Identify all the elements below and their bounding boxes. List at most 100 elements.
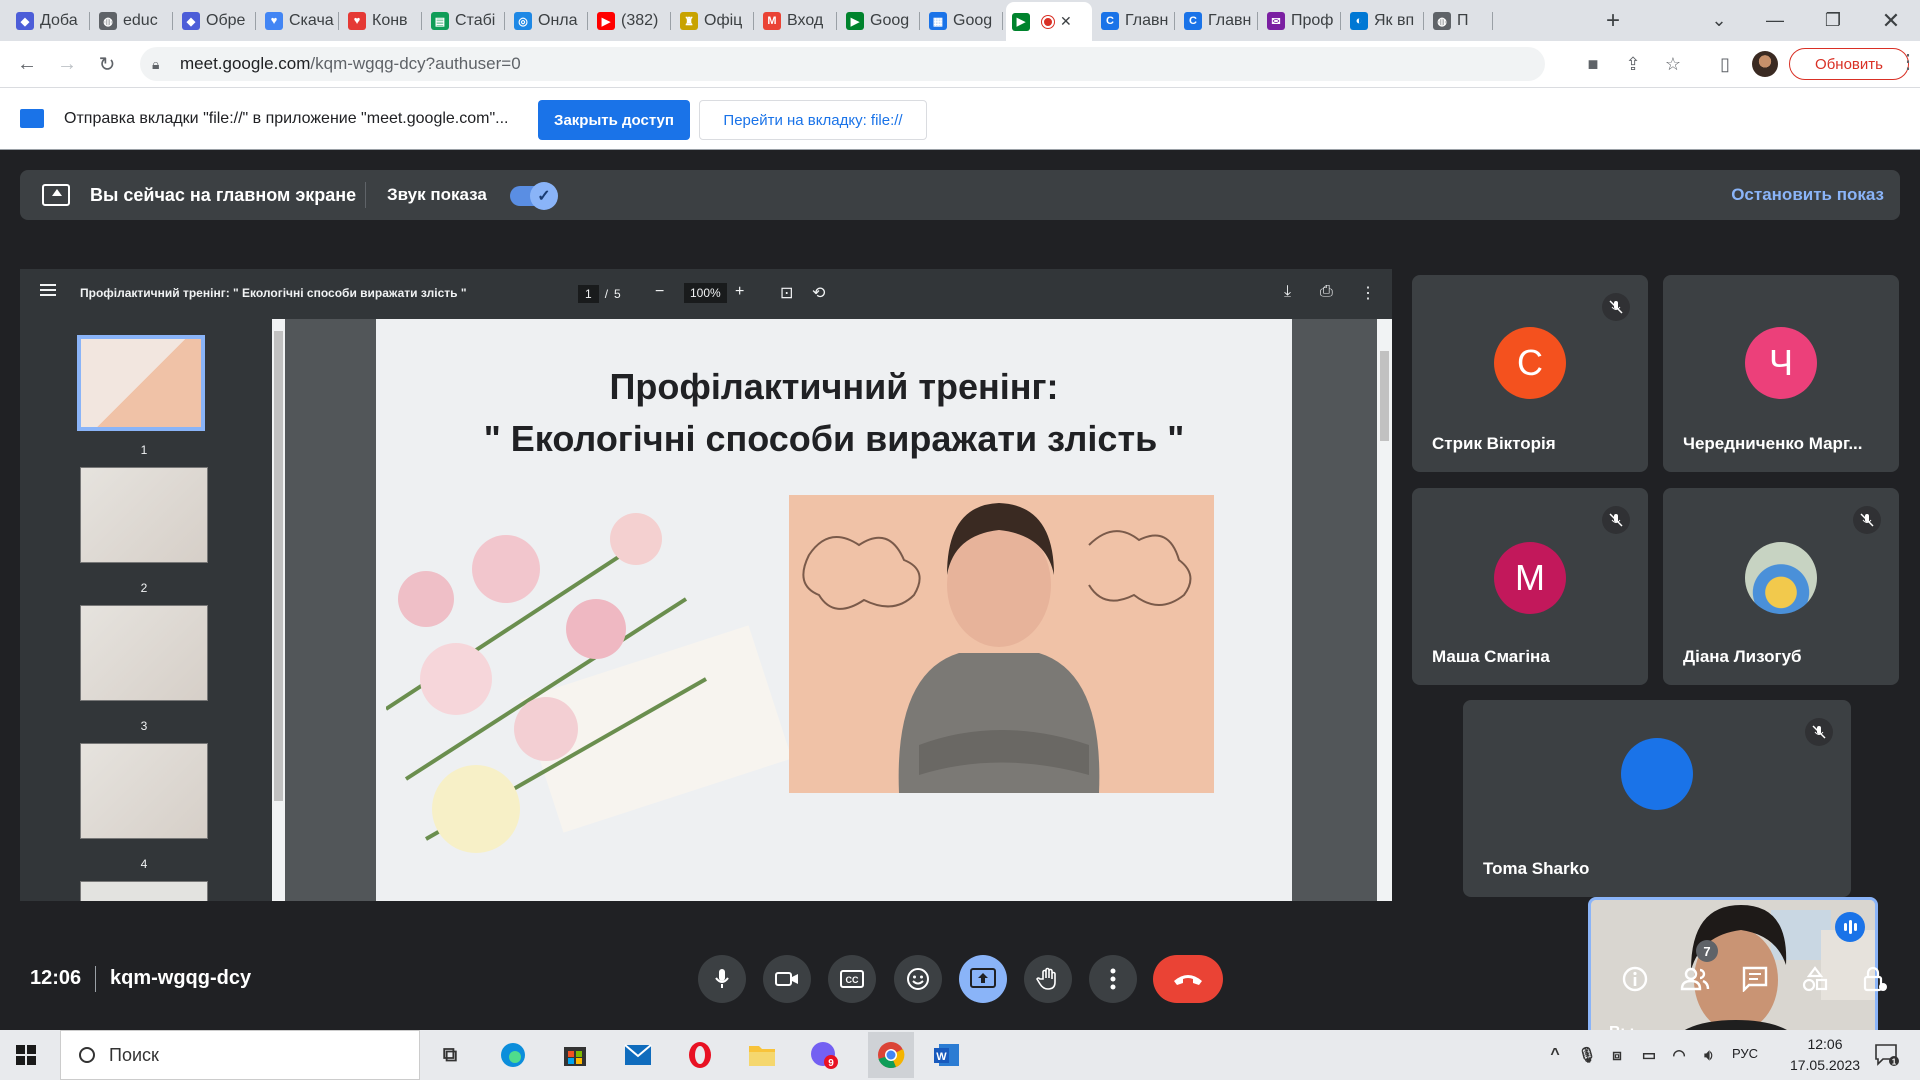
address-bar[interactable]: 🔒︎ meet.google.com/kqm-wgqg-dcy?authuser… [140, 47, 1545, 81]
menu-icon[interactable] [40, 284, 56, 286]
browser-tab[interactable]: ◐ Як вп [1344, 6, 1424, 36]
page-thumbnail[interactable] [80, 743, 208, 839]
browser-tab[interactable]: C Главн [1178, 6, 1258, 36]
viber-icon[interactable]: 9 [807, 1038, 841, 1072]
emoji-button[interactable] [894, 955, 942, 1003]
bookmark-star-icon[interactable]: ☆ [1658, 49, 1688, 79]
host-controls-button[interactable] [1855, 959, 1895, 999]
file-explorer-icon[interactable] [745, 1038, 779, 1072]
tab-label: Онла [538, 12, 578, 29]
page-thumbnail[interactable] [80, 467, 208, 563]
browser-tab[interactable]: ◍ П [1427, 6, 1493, 36]
camera-blocked-icon[interactable]: ■ [1578, 49, 1608, 79]
zoom-level[interactable]: 100% [684, 283, 727, 303]
notifications-icon[interactable]: 1 [1870, 1038, 1904, 1072]
goto-tab-button[interactable]: Перейти на вкладку: file:// [699, 100, 927, 140]
stop-presenting-button[interactable]: Остановить показ [1731, 185, 1884, 205]
browser-tab[interactable]: ✉ Проф [1261, 6, 1341, 36]
browser-tab[interactable]: M Вход [757, 6, 837, 36]
page-thumbnail[interactable] [77, 335, 205, 431]
print-icon[interactable]: ⎙ [1320, 283, 1333, 301]
store-icon[interactable] [558, 1038, 592, 1072]
show-hidden-icons[interactable]: ^ [1538, 1038, 1572, 1072]
present-button[interactable] [959, 955, 1007, 1003]
meeting-details-button[interactable] [1615, 959, 1655, 999]
browser-tab[interactable]: ◆ Доба [10, 6, 90, 36]
forward-button[interactable]: → [52, 49, 82, 79]
new-tab-button[interactable]: + [1590, 0, 1636, 41]
profile-avatar[interactable] [1752, 51, 1778, 77]
windows-taskbar: Поиск ⧉ 9 W ^ 🎙︎ ⧈ ▭ ◠ 🔉︎ РУС 12:06 17.0… [0, 1030, 1920, 1080]
rotate-icon[interactable]: ⟲ [812, 283, 825, 303]
side-panel-icon[interactable]: ▯ [1710, 49, 1740, 79]
fit-page-icon[interactable]: ⊡ [780, 283, 793, 303]
maximize-button[interactable]: ❐ [1810, 0, 1856, 41]
minimize-button[interactable]: — [1752, 0, 1798, 41]
browser-tab[interactable]: ◎ Онла [508, 6, 588, 36]
browser-menu-icon[interactable]: ⋮ [1898, 52, 1918, 76]
browser-tab[interactable]: ◍ educ [93, 6, 173, 36]
zoom-out-icon[interactable]: − [655, 283, 664, 301]
globe-icon: ◍ [1433, 12, 1451, 30]
browser-tab[interactable]: C Главн [1095, 6, 1175, 36]
edge-icon[interactable] [496, 1038, 530, 1072]
browser-tab[interactable]: ▦ Goog [923, 6, 1003, 36]
participant-tile[interactable]: М Маша Смагіна [1412, 488, 1648, 685]
system-date: 17.05.2023 [1789, 1057, 1861, 1073]
opera-icon[interactable] [683, 1038, 717, 1072]
share-icon[interactable]: ⇪ [1618, 49, 1648, 79]
current-page-input[interactable]: 1 [578, 285, 599, 303]
camera-button[interactable] [763, 955, 811, 1003]
battery-icon[interactable]: ▭ [1632, 1038, 1666, 1072]
close-window-button[interactable]: ✕ [1868, 0, 1914, 41]
calendar-icon: ▦ [929, 12, 947, 30]
participant-tile[interactable]: С Стрик Вікторія [1412, 275, 1648, 472]
volume-icon[interactable]: 🔉︎ [1692, 1038, 1726, 1072]
mic-button[interactable] [698, 955, 746, 1003]
mail-icon[interactable] [621, 1038, 655, 1072]
reload-button[interactable]: ↻ [92, 49, 122, 79]
page-thumbnail[interactable] [80, 881, 208, 901]
stop-access-button[interactable]: Закрыть доступ [538, 100, 690, 140]
back-button[interactable]: ← [12, 49, 42, 79]
taskbar-search[interactable]: Поиск [60, 1030, 420, 1080]
system-clock[interactable]: 12:06 17.05.2023 [1785, 1034, 1865, 1076]
share-audio-toggle[interactable]: ✓ [510, 182, 558, 210]
page-scrollbar[interactable] [1377, 319, 1392, 901]
captions-button[interactable]: CC [828, 955, 876, 1003]
task-view-icon[interactable]: ⧉ [433, 1038, 467, 1072]
chrome-icon[interactable] [868, 1032, 914, 1078]
wifi-icon[interactable]: ◠ [1662, 1038, 1696, 1072]
more-options-icon[interactable]: ⋮ [1360, 283, 1376, 303]
participant-tile[interactable]: Ч Чередниченко Марг... [1663, 275, 1899, 472]
leave-call-button[interactable] [1153, 955, 1223, 1003]
browser-tab[interactable]: ▤ Стабі [425, 6, 505, 36]
update-button[interactable]: Обновить [1789, 48, 1909, 80]
microphone-tray-icon[interactable]: 🎙︎ [1570, 1038, 1604, 1072]
windows-start-icon[interactable] [16, 1045, 36, 1065]
close-tab-icon[interactable]: ✕ [1060, 13, 1072, 30]
thumbnail-scrollbar[interactable] [272, 319, 285, 901]
browser-tab[interactable]: ◆ Обре [176, 6, 256, 36]
page-thumbnail[interactable] [80, 605, 208, 701]
participant-tile[interactable]: Toma Sharko [1463, 700, 1851, 897]
input-language[interactable]: РУС [1732, 1046, 1758, 1061]
zoom-in-icon[interactable]: + [735, 283, 744, 301]
word-icon[interactable]: W [930, 1038, 964, 1072]
meet-tray-icon[interactable]: ⧈ [1600, 1038, 1634, 1072]
download-icon[interactable]: ⤓ [1284, 283, 1291, 301]
taskbar-search-placeholder: Поиск [109, 1044, 159, 1065]
browser-tab[interactable]: ▶ (382) [591, 6, 671, 36]
browser-tab[interactable]: ▶ ✕ [1006, 2, 1092, 41]
raise-hand-button[interactable] [1024, 955, 1072, 1003]
more-options-button[interactable] [1089, 955, 1137, 1003]
participant-tile[interactable]: Діана Лизогуб [1663, 488, 1899, 685]
activities-button[interactable] [1795, 959, 1835, 999]
people-button[interactable] [1675, 959, 1715, 999]
tab-search-button[interactable]: ⌄ [1696, 0, 1742, 41]
browser-tab[interactable]: ♥ Скача [259, 6, 339, 36]
browser-tab[interactable]: ♥ Конв [342, 6, 422, 36]
browser-tab[interactable]: ♜ Офіц [674, 6, 754, 36]
chat-button[interactable] [1735, 959, 1775, 999]
browser-tab[interactable]: ▶ Goog [840, 6, 920, 36]
